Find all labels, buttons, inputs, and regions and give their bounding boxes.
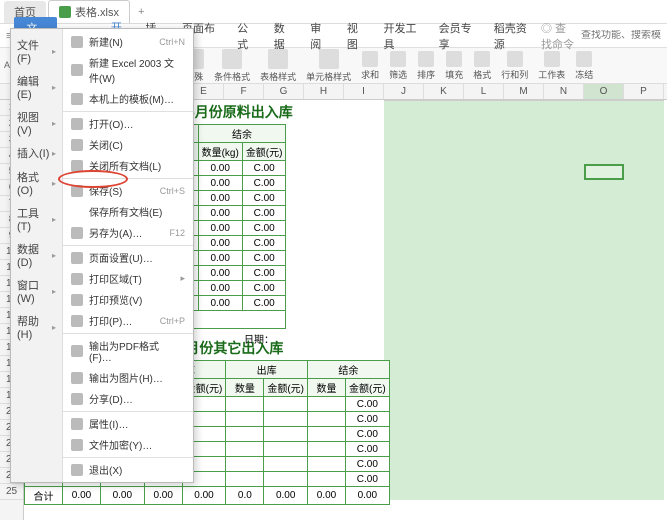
search-box[interactable]: ◎ 查找命令: [541, 20, 661, 52]
file-menu-cat-4[interactable]: 格式(O)▸: [11, 165, 62, 201]
menu-item-icon: [71, 64, 83, 76]
sort-button[interactable]: 排序: [415, 50, 437, 82]
sum-button[interactable]: 求和: [359, 50, 381, 82]
row-header-25[interactable]: 25: [0, 484, 23, 500]
file-menu-item-6[interactable]: 保存(S)Ctrl+S: [63, 178, 193, 201]
menu-item-icon: [71, 439, 83, 451]
format-button[interactable]: 格式: [471, 50, 493, 82]
file-menu-item-12[interactable]: 打印(P)…Ctrl+P: [63, 310, 193, 331]
file-menu-item-15[interactable]: 分享(D)…: [63, 388, 193, 409]
file-menu-item-7[interactable]: 保存所有文档(E): [63, 201, 193, 222]
menu-item-icon: [71, 36, 83, 48]
file-menu-item-11[interactable]: 打印预览(V): [63, 289, 193, 310]
file-menu-item-13[interactable]: 输出为PDF格式(F)…: [63, 333, 193, 367]
col-header-I[interactable]: I: [344, 84, 384, 99]
menu-item-icon: [71, 464, 83, 476]
col-header-P[interactable]: P: [624, 84, 664, 99]
col-header-K[interactable]: K: [424, 84, 464, 99]
file-menu-item-5[interactable]: 关闭所有文档(L): [63, 155, 193, 176]
table2-h3: 结余: [308, 361, 390, 379]
menu-item-icon: [71, 252, 83, 264]
file-menu-cat-1[interactable]: 编辑(E)▸: [11, 69, 62, 105]
file-menu-items: 新建(N)Ctrl+N新建 Excel 2003 文件(W)本机上的模板(M)……: [63, 29, 193, 482]
col-header-N[interactable]: N: [544, 84, 584, 99]
col-header-M[interactable]: M: [504, 84, 544, 99]
menu-item-icon: [71, 418, 83, 430]
fill-button[interactable]: 填充: [443, 50, 465, 82]
table-format-button[interactable]: 表格样式: [258, 48, 298, 84]
menu-item-icon: [71, 160, 83, 172]
file-menu-item-2[interactable]: 本机上的模板(M)…: [63, 88, 193, 109]
file-menu-cat-6[interactable]: 数据(D)▸: [11, 237, 62, 273]
col-header-G[interactable]: G: [264, 84, 304, 99]
spreadsheet-icon: [59, 6, 71, 18]
file-menu-categories: 文件(F)▸编辑(E)▸视图(V)▸插入(I)▸格式(O)▸工具(T)▸数据(D…: [11, 29, 63, 482]
file-menu-dropdown: 文件(F)▸编辑(E)▸视图(V)▸插入(I)▸格式(O)▸工具(T)▸数据(D…: [10, 28, 194, 483]
file-menu-item-18[interactable]: 退出(X): [63, 457, 193, 480]
file-menu-cat-3[interactable]: 插入(I)▸: [11, 141, 62, 165]
file-menu-item-4[interactable]: 关闭(C): [63, 134, 193, 155]
menu-item-icon: [71, 93, 83, 105]
table2-h2: 出库: [226, 361, 308, 379]
file-menu-item-9[interactable]: 页面设置(U)…: [63, 245, 193, 268]
filter-button[interactable]: 筛选: [387, 50, 409, 82]
menu-item-icon: [71, 345, 83, 357]
search-hint: ◎ 查找命令: [541, 20, 577, 52]
menu-item-icon: [71, 185, 83, 197]
col-header-J[interactable]: J: [384, 84, 424, 99]
col-header-H[interactable]: H: [304, 84, 344, 99]
search-input[interactable]: [581, 30, 661, 41]
menu-item-icon: [71, 227, 83, 239]
file-menu-item-16[interactable]: 属性(I)…: [63, 411, 193, 434]
file-menu-item-8[interactable]: 另存为(A)…F12: [63, 222, 193, 243]
file-menu-cat-2[interactable]: 视图(V)▸: [11, 105, 62, 141]
file-menu-cat-5[interactable]: 工具(T)▸: [11, 201, 62, 237]
menu-item-icon: [71, 273, 83, 285]
col-header-O[interactable]: O: [584, 84, 624, 99]
file-menu-cat-8[interactable]: 帮助(H)▸: [11, 309, 62, 345]
col-header-F[interactable]: F: [224, 84, 264, 99]
menu-item-icon: [71, 372, 83, 384]
menu-item-icon: [71, 315, 83, 327]
menu-item-icon: [71, 393, 83, 405]
file-menu-item-14[interactable]: 输出为图片(H)…: [63, 367, 193, 388]
menu-item-icon: [71, 139, 83, 151]
menu-item-icon: [71, 118, 83, 130]
file-menu-item-17[interactable]: 文件加密(Y)…: [63, 434, 193, 455]
freeze-button[interactable]: 冻结: [573, 50, 595, 82]
file-menu-item-1[interactable]: 新建 Excel 2003 文件(W): [63, 52, 193, 88]
cell-format-button[interactable]: 单元格样式: [304, 48, 353, 84]
file-menu-cat-0[interactable]: 文件(F)▸: [11, 33, 62, 69]
table1-hdr-bal: 结余: [198, 125, 286, 143]
cond-format-button[interactable]: 条件格式: [212, 48, 252, 84]
file-menu-item-10[interactable]: 打印区域(T)▸: [63, 268, 193, 289]
file-menu-cat-7[interactable]: 窗口(W)▸: [11, 273, 62, 309]
menu-item-icon: [71, 294, 83, 306]
sheet-button[interactable]: 工作表: [536, 50, 567, 82]
file-menu-item-3[interactable]: 打开(O)…: [63, 111, 193, 134]
col-header-L[interactable]: L: [464, 84, 504, 99]
file-menu-item-0[interactable]: 新建(N)Ctrl+N: [63, 31, 193, 52]
row-col-button[interactable]: 行和列: [499, 50, 530, 82]
